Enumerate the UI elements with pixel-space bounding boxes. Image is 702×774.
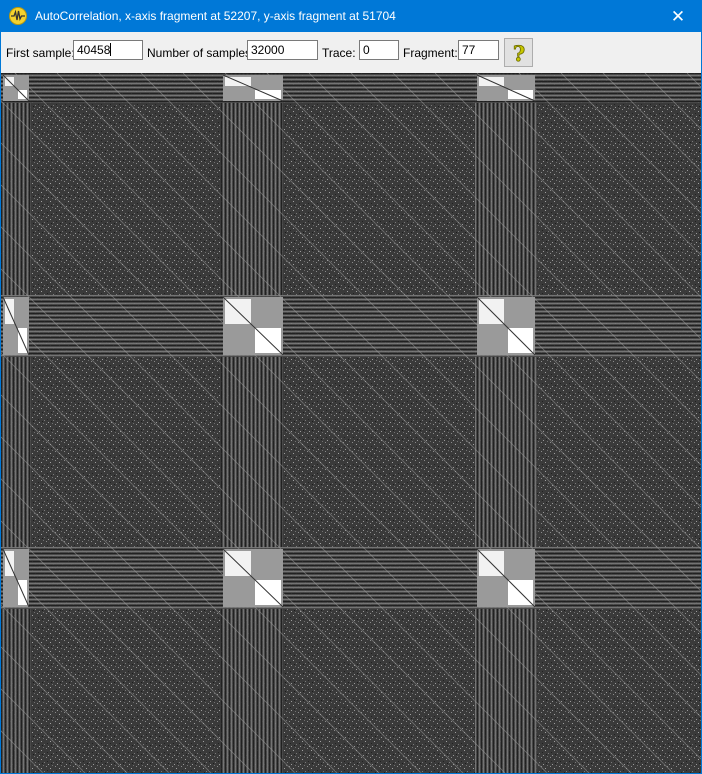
horizontal-band [1,547,701,609]
close-icon: ✕ [670,6,686,26]
close-button[interactable]: ✕ [655,1,701,32]
title-bar[interactable]: AutoCorrelation, x-axis fragment at 5220… [1,1,701,32]
autocorrelation-matrix [1,73,701,773]
horizontal-band [1,295,701,357]
svg-text:?: ? [512,42,524,64]
num-samples-value: 32000 [251,43,285,57]
window-title: AutoCorrelation, x-axis fragment at 5220… [35,9,396,23]
num-samples-input[interactable]: 32000 [247,40,318,60]
help-button[interactable]: ? [504,38,533,67]
waveform-icon [9,7,27,25]
horizontal-band [1,73,701,103]
question-mark-icon: ? [512,42,525,64]
vertical-band [1,73,31,773]
trace-value: 0 [363,43,370,57]
trace-input[interactable]: 0 [359,40,399,60]
num-samples-label: Number of samples: [147,46,255,60]
first-sample-input[interactable]: 40458 [73,40,143,60]
trace-label: Trace: [322,46,356,60]
autocorrelation-window: AutoCorrelation, x-axis fragment at 5220… [0,0,702,774]
fragment-input[interactable]: 77 [458,40,499,60]
fragment-value: 77 [462,43,476,57]
autocorrelation-plot[interactable] [1,73,701,773]
text-caret [110,43,112,56]
toolbar: First sample: 40458 Number of samples: 3… [1,32,701,74]
fragment-label: Fragment: [403,46,458,60]
first-sample-label: First sample: [6,46,75,60]
first-sample-value: 40458 [77,43,111,57]
